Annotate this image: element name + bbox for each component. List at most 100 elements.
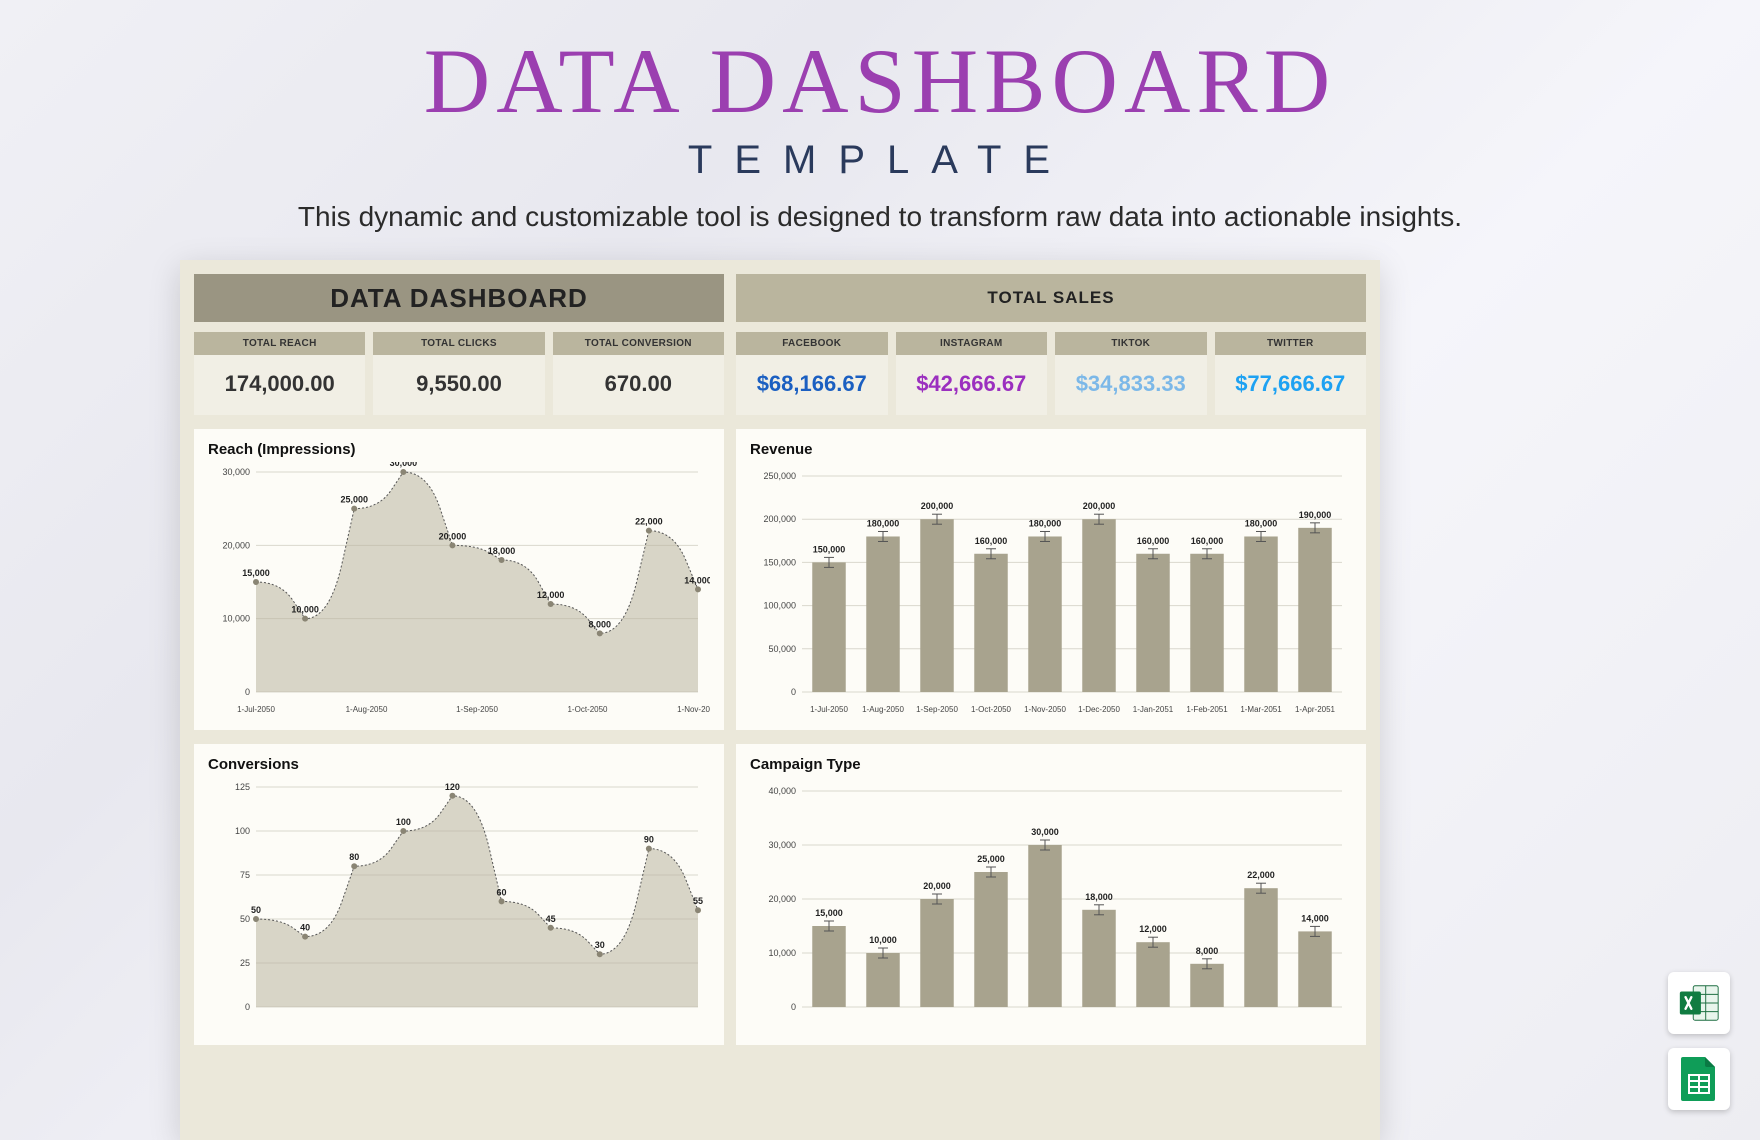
metric-value: $34,833.33 [1055,355,1207,415]
svg-text:12,000: 12,000 [537,590,565,600]
metric-card: TIKTOK$34,833.33 [1055,332,1207,415]
svg-text:10,000: 10,000 [768,948,796,958]
metric-label: INSTAGRAM [896,332,1048,355]
svg-text:0: 0 [245,1002,250,1012]
metric-card: TOTAL CLICKS9,550.00 [373,332,544,415]
hero-subtitle: TEMPLATE [0,138,1760,183]
svg-text:14,000: 14,000 [1301,913,1329,923]
svg-text:190,000: 190,000 [1299,510,1332,520]
svg-text:0: 0 [791,687,796,697]
svg-text:10,000: 10,000 [222,614,250,624]
hero-description: This dynamic and customizable tool is de… [0,201,1760,233]
svg-text:50: 50 [240,914,250,924]
svg-text:45: 45 [546,914,556,924]
svg-text:10,000: 10,000 [869,935,897,945]
metric-value: $68,166.67 [736,355,888,415]
svg-text:250,000: 250,000 [763,471,796,481]
svg-text:18,000: 18,000 [1085,892,1113,902]
svg-text:1-Apr-2051: 1-Apr-2051 [1295,705,1336,714]
metric-card: TOTAL CONVERSION670.00 [553,332,724,415]
svg-text:1-Dec-2050: 1-Dec-2050 [1078,705,1120,714]
metric-card: TWITTER$77,666.67 [1215,332,1367,415]
chart-revenue: Revenue 0 50,000 100,000 150,000 200,000 250,… [736,429,1366,730]
svg-text:55: 55 [693,896,703,906]
hero: DATA DASHBOARD TEMPLATE This dynamic and… [0,0,1760,233]
svg-text:160,000: 160,000 [1191,536,1224,546]
svg-text:1-Oct-2050: 1-Oct-2050 [971,705,1012,714]
svg-text:25,000: 25,000 [977,854,1005,864]
svg-text:20,000: 20,000 [768,894,796,904]
svg-text:100: 100 [235,826,250,836]
svg-text:22,000: 22,000 [635,517,663,527]
metric-card: FACEBOOK$68,166.67 [736,332,888,415]
chart-conversions: Conversions 0255075100125504080100120604… [194,744,724,1045]
svg-text:1-Jul-2050: 1-Jul-2050 [237,705,275,714]
svg-text:30,000: 30,000 [768,840,796,850]
svg-text:0: 0 [245,687,250,697]
svg-text:1-Nov-2050: 1-Nov-2050 [1024,705,1066,714]
metric-label: TOTAL CLICKS [373,332,544,355]
metric-value: 9,550.00 [373,355,544,415]
svg-text:40,000: 40,000 [768,786,796,796]
svg-text:1-Aug-2050: 1-Aug-2050 [346,705,388,714]
svg-text:160,000: 160,000 [1137,536,1170,546]
banner-title: DATA DASHBOARD [194,274,724,322]
svg-text:20,000: 20,000 [222,540,250,550]
metric-card: TOTAL REACH174,000.00 [194,332,365,415]
metric-label: TIKTOK [1055,332,1207,355]
dashboard-preview: DATA DASHBOARD TOTAL SALES TOTAL REACH17… [180,260,1380,1140]
svg-text:1-Oct-2050: 1-Oct-2050 [567,705,608,714]
svg-text:30,000: 30,000 [1031,827,1059,837]
chart-title: Conversions [208,756,710,773]
metrics-left-group: TOTAL REACH174,000.00TOTAL CLICKS9,550.0… [194,332,724,415]
svg-text:1-Aug-2050: 1-Aug-2050 [862,705,904,714]
hero-title: DATA DASHBOARD [0,28,1760,134]
svg-text:160,000: 160,000 [975,536,1008,546]
svg-text:40: 40 [300,923,310,933]
svg-text:180,000: 180,000 [1245,518,1278,528]
svg-text:100: 100 [396,817,411,827]
svg-text:10,000: 10,000 [291,605,319,615]
banner-total-sales: TOTAL SALES [736,274,1366,322]
svg-text:50,000: 50,000 [768,644,796,654]
svg-text:15,000: 15,000 [242,568,270,578]
svg-text:25,000: 25,000 [340,495,368,505]
svg-text:200,000: 200,000 [763,514,796,524]
google-sheets-icon[interactable] [1668,1048,1730,1110]
svg-text:75: 75 [240,870,250,880]
svg-text:8,000: 8,000 [589,619,612,629]
svg-text:20,000: 20,000 [439,531,467,541]
svg-text:150,000: 150,000 [813,544,846,554]
metric-label: TOTAL REACH [194,332,365,355]
svg-text:180,000: 180,000 [867,518,900,528]
svg-text:200,000: 200,000 [1083,501,1116,511]
metric-label: TOTAL CONVERSION [553,332,724,355]
svg-text:30,000: 30,000 [390,462,418,468]
svg-text:12,000: 12,000 [1139,924,1167,934]
svg-text:30,000: 30,000 [222,467,250,477]
svg-text:1-Jul-2050: 1-Jul-2050 [810,705,848,714]
svg-text:0: 0 [791,1002,796,1012]
svg-text:90: 90 [644,835,654,845]
metric-value: 174,000.00 [194,355,365,415]
svg-text:14,000: 14,000 [684,575,710,585]
excel-icon[interactable] [1668,972,1730,1034]
svg-text:200,000: 200,000 [921,501,954,511]
svg-text:60: 60 [497,887,507,897]
svg-text:125: 125 [235,782,250,792]
svg-text:22,000: 22,000 [1247,870,1275,880]
metric-value: 670.00 [553,355,724,415]
svg-text:1-Jan-2051: 1-Jan-2051 [1133,705,1174,714]
svg-text:80: 80 [349,852,359,862]
metric-label: FACEBOOK [736,332,888,355]
svg-text:1-Feb-2051: 1-Feb-2051 [1186,705,1228,714]
chart-title: Reach (Impressions) [208,441,710,458]
metrics-right-group: FACEBOOK$68,166.67INSTAGRAM$42,666.67TIK… [736,332,1366,415]
chart-title: Campaign Type [750,756,1352,773]
svg-text:1-Sep-2050: 1-Sep-2050 [916,705,958,714]
svg-text:20,000: 20,000 [923,881,951,891]
svg-text:8,000: 8,000 [1196,946,1219,956]
svg-text:15,000: 15,000 [815,908,843,918]
svg-text:100,000: 100,000 [763,601,796,611]
chart-title: Revenue [750,441,1352,458]
